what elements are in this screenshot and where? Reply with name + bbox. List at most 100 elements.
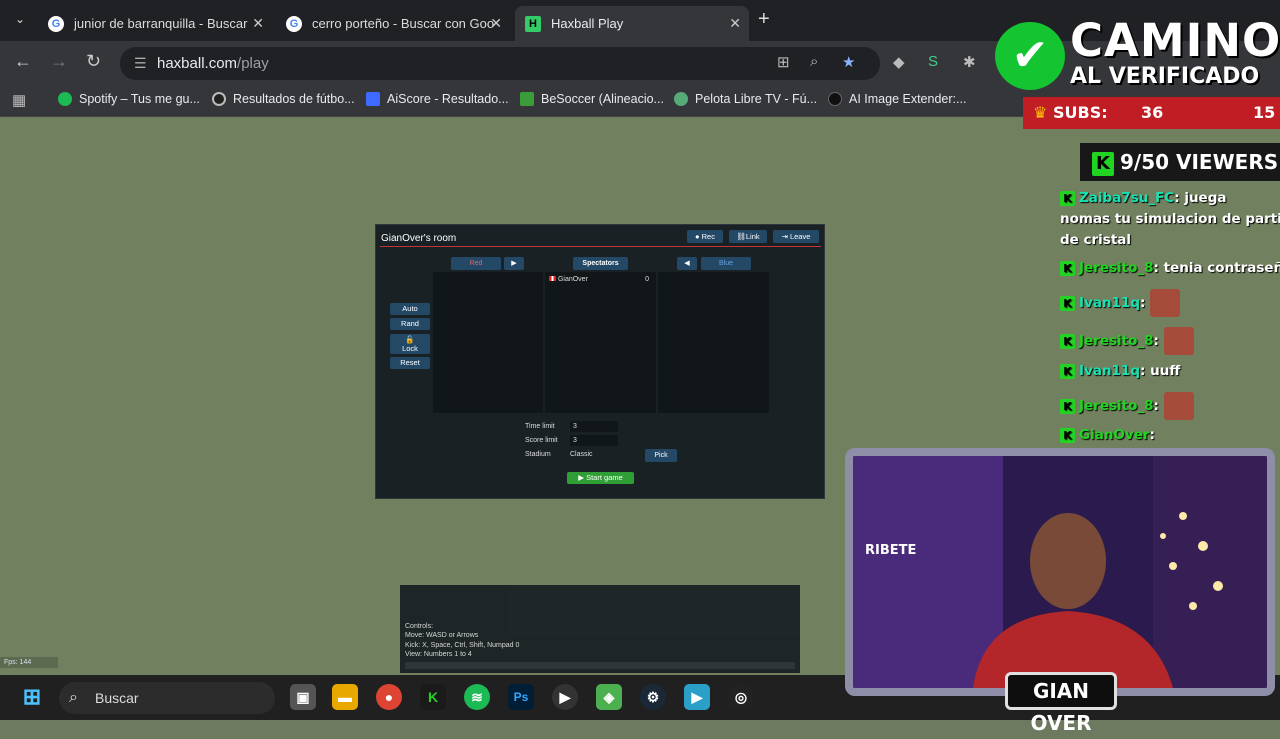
red-team-list[interactable]	[433, 272, 543, 413]
reload-icon[interactable]: ↻	[86, 51, 101, 72]
red-team-header[interactable]: Red	[451, 257, 501, 270]
tab-haxball[interactable]: H Haxball Play ✕	[515, 6, 749, 41]
file-explorer-icon[interactable]: ▬	[332, 684, 358, 710]
extension-s-icon[interactable]: S	[928, 53, 938, 70]
lock-label: Lock	[402, 344, 418, 353]
address-bar[interactable]: ☰ haxball.com/play	[120, 47, 880, 80]
close-icon[interactable]: ✕	[729, 15, 741, 32]
zoom-icon[interactable]: ⌕	[810, 53, 818, 70]
console-line: Move: WASD or Arrows	[405, 632, 479, 640]
kick-icon[interactable]: K	[420, 684, 446, 710]
bookmark-label: Pelota Libre TV - Fú...	[695, 92, 818, 106]
back-icon[interactable]: ←	[14, 51, 32, 72]
bookmark-star-icon[interactable]: ★	[842, 53, 855, 71]
tab-title: Haxball Play	[551, 16, 624, 31]
apps-grid-icon[interactable]: ▦	[12, 91, 26, 109]
tab-search-icon[interactable]: ⌄	[10, 12, 30, 30]
bookmarks-bar: ▦ Spotify – Tus me gu... Resultados de f…	[0, 85, 1280, 117]
forward-icon[interactable]: →	[50, 51, 68, 72]
bookmark-resultados[interactable]: Resultados de fútbo...	[212, 92, 355, 106]
windows-taskbar: ⊞ ⌕ Buscar ▣ ▬ ● K ≋ Ps ▶ ◈ ⚙ ▶ ◎	[0, 675, 1280, 720]
chrome-icon[interactable]: ●	[376, 684, 402, 710]
player-name: GianOver	[557, 276, 588, 283]
link-button[interactable]: ⛓Link	[729, 230, 767, 243]
windows-start-icon[interactable]: ⊞	[19, 684, 45, 710]
blue-team-list[interactable]	[658, 272, 769, 413]
photoshop-icon[interactable]: Ps	[508, 684, 534, 710]
chat-input[interactable]	[405, 662, 795, 669]
url-path: /play	[237, 55, 269, 72]
new-tab-icon[interactable]: +	[758, 8, 770, 31]
steam-icon[interactable]: ⚙	[640, 684, 666, 710]
score-limit-select[interactable]: 3	[570, 435, 618, 446]
stadium-value: Classic	[570, 451, 593, 458]
spectators-list[interactable]: GianOver 0	[545, 272, 656, 413]
resultados-icon	[212, 92, 226, 106]
play-icon: ▶	[578, 473, 587, 482]
auto-button[interactable]: Auto	[390, 303, 430, 315]
console-line: Controls:	[405, 623, 434, 630]
tab-junior[interactable]: G junior de barranquilla - Buscar ✕	[38, 6, 272, 41]
spotify-icon[interactable]: ≋	[464, 684, 490, 710]
ai-image-icon	[828, 92, 842, 106]
link-icon: ⛓	[736, 232, 746, 241]
aiscore-icon	[366, 92, 380, 106]
room-title: GianOver's room	[381, 233, 457, 244]
move-to-red-button[interactable]: ▶	[504, 257, 524, 270]
rand-button[interactable]: Rand	[390, 318, 430, 330]
extension-icon[interactable]: ◆	[893, 53, 905, 71]
record-dot-icon: ●	[695, 232, 702, 241]
search-icon: ⌕	[69, 689, 78, 706]
site-info-icon[interactable]: ☰	[134, 47, 147, 80]
pick-stadium-button[interactable]: Pick	[645, 449, 677, 462]
google-icon: G	[48, 15, 64, 32]
player-row[interactable]: GianOver 0	[549, 276, 653, 283]
bookmark-aiscore[interactable]: AiScore - Resultado...	[366, 92, 509, 106]
time-limit-label: Time limit	[525, 423, 555, 430]
close-icon[interactable]: ✕	[490, 15, 502, 32]
score-limit-label: Score limit	[525, 437, 558, 444]
bookmark-label: Resultados de fútbo...	[233, 92, 355, 106]
room-title-divider	[380, 246, 821, 247]
lock-button[interactable]: 🔓 Lock	[390, 334, 430, 354]
bookmark-label: AI Image Extender:...	[849, 92, 967, 106]
time-limit-select[interactable]: 3	[570, 421, 618, 432]
fps-counter: Fps: 144	[0, 657, 58, 668]
leave-icon: ⇥	[781, 232, 790, 241]
move-to-blue-button[interactable]: ◀	[677, 257, 697, 270]
bluestacks-icon[interactable]: ◈	[596, 684, 622, 710]
start-game-button[interactable]: ▶ Start game	[567, 472, 634, 484]
leave-label: Leave	[789, 232, 811, 241]
tab-cerro[interactable]: G cerro porteño - Buscar con Goo ✕	[276, 6, 510, 41]
soccer-ball-icon	[674, 92, 688, 106]
stadium-label: Stadium	[525, 451, 551, 458]
obs-icon[interactable]: ◎	[728, 684, 754, 710]
bookmark-ai-image[interactable]: AI Image Extender:...	[828, 92, 966, 106]
media-player-icon[interactable]: ▶	[552, 684, 578, 710]
bookmark-besoccer[interactable]: BeSoccer (Alineacio...	[520, 92, 664, 106]
game-chat-console: Controls: Move: WASD or Arrows Kick: X, …	[400, 585, 800, 673]
tab-title: junior de barranquilla - Buscar	[74, 16, 248, 31]
extensions-puzzle-icon[interactable]: ✱	[963, 53, 976, 71]
haxball-icon: H	[525, 15, 541, 32]
reset-button[interactable]: Reset	[390, 357, 430, 369]
blue-team-header[interactable]: Blue	[701, 257, 751, 270]
link-label: Link	[745, 232, 760, 241]
search-placeholder: Buscar	[95, 690, 139, 706]
bookmark-label: BeSoccer (Alineacio...	[541, 92, 664, 106]
taskbar-search[interactable]: ⌕ Buscar	[59, 682, 275, 714]
rec-button[interactable]: ● Rec	[687, 230, 723, 243]
translate-icon[interactable]: ⊞	[777, 53, 790, 71]
close-icon[interactable]: ✕	[252, 15, 264, 32]
spotify-icon	[58, 92, 72, 106]
besoccer-icon	[520, 92, 534, 106]
task-view-icon[interactable]: ▣	[290, 684, 316, 710]
player-score: 0	[645, 276, 649, 283]
camera-app-icon[interactable]: ▶	[684, 684, 710, 710]
bookmark-spotify[interactable]: Spotify – Tus me gu...	[58, 92, 200, 106]
rec-label: Rec	[701, 232, 715, 241]
spectators-header[interactable]: Spectators	[573, 257, 628, 270]
bookmark-pelota-libre[interactable]: Pelota Libre TV - Fú...	[674, 92, 817, 106]
leave-button[interactable]: ⇥ Leave	[773, 230, 819, 243]
url-host: haxball.com	[157, 55, 238, 72]
